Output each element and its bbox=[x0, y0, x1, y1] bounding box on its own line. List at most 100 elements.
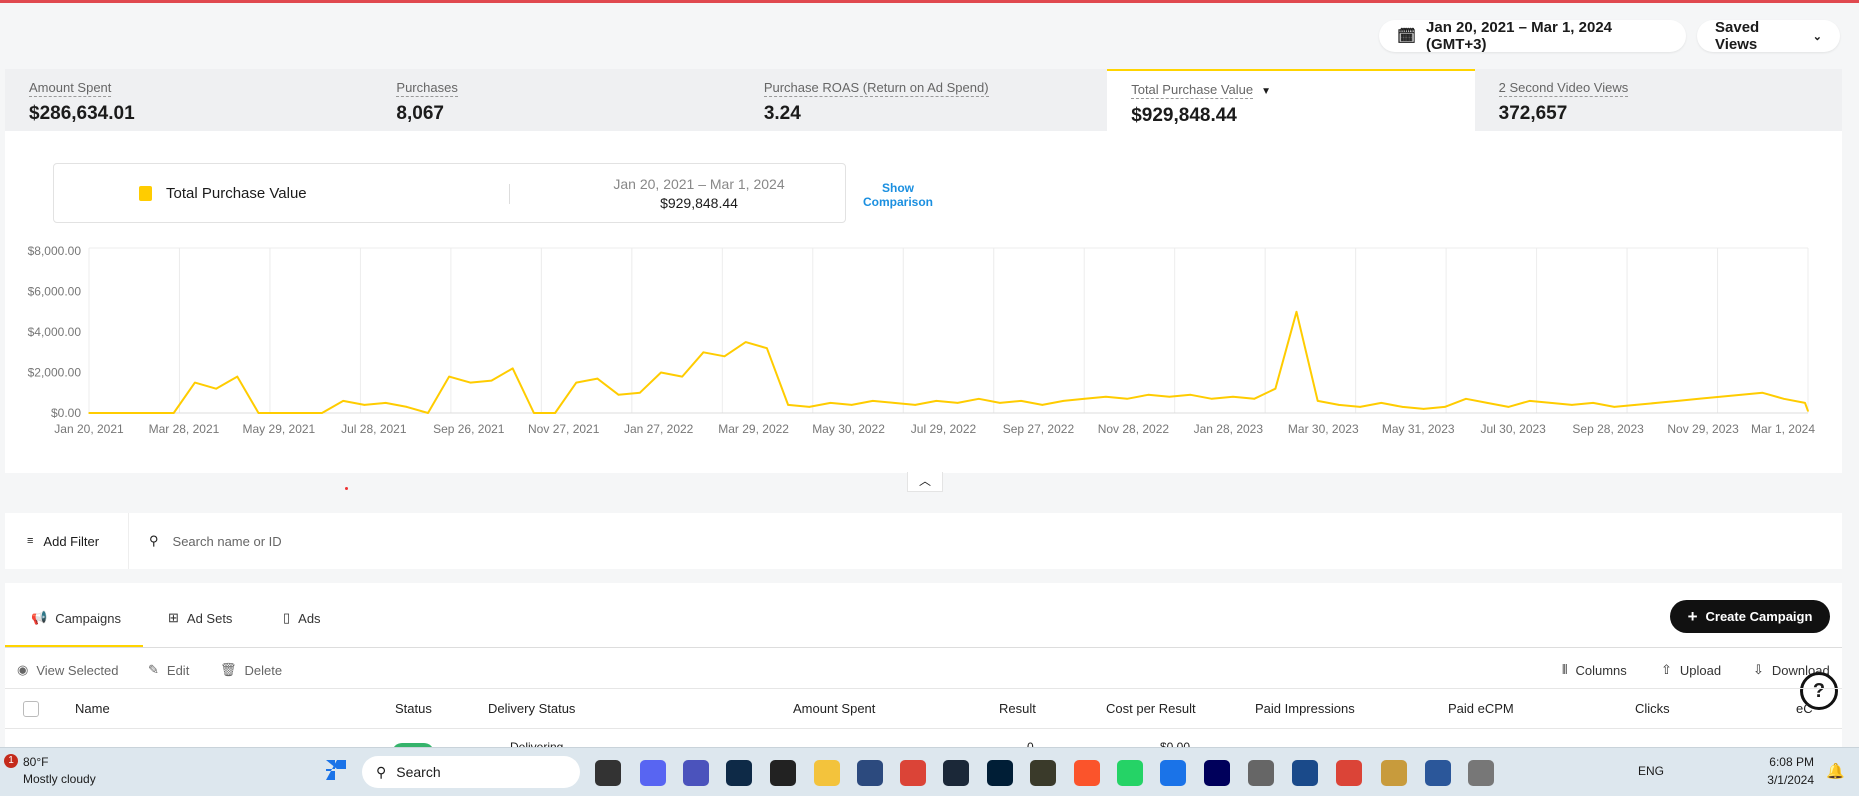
taskbar-app-icon[interactable] bbox=[1292, 760, 1318, 786]
filter-bar: ≡ Add Filter ⚲ Search name or ID bbox=[5, 513, 1842, 569]
data-point bbox=[172, 412, 175, 414]
taskbar-app-icon[interactable] bbox=[987, 760, 1013, 786]
select-all-checkbox[interactable] bbox=[23, 701, 39, 717]
taskbar-app-icon[interactable] bbox=[1160, 760, 1186, 786]
y-tick-label: $2,000.00 bbox=[28, 366, 82, 380]
taskbar-app-icon[interactable] bbox=[1336, 760, 1362, 786]
weather-widget[interactable]: Mostly cloudy bbox=[23, 772, 96, 786]
search-icon: ⚲ bbox=[149, 533, 159, 548]
taskbar-app-icon[interactable] bbox=[814, 760, 840, 786]
data-point bbox=[1253, 398, 1255, 400]
data-point bbox=[1740, 393, 1743, 396]
data-point bbox=[596, 377, 599, 380]
taskbar-app-icon[interactable] bbox=[1248, 760, 1274, 786]
data-point bbox=[1571, 404, 1573, 406]
taskbar-app-icon[interactable] bbox=[1117, 760, 1143, 786]
data-point bbox=[1592, 402, 1594, 404]
taskbar-app-icon[interactable] bbox=[640, 760, 666, 786]
delivery-status: Delivering bbox=[510, 740, 564, 747]
taskbar-app-icon[interactable] bbox=[770, 760, 796, 786]
data-point bbox=[1444, 406, 1446, 408]
taskbar-app-icon[interactable] bbox=[900, 760, 926, 786]
trash-icon: 🗑 bbox=[220, 662, 237, 677]
data-point bbox=[1486, 402, 1489, 404]
data-point bbox=[999, 402, 1001, 404]
add-filter-button[interactable]: ≡ Add Filter bbox=[5, 513, 129, 569]
metric-tab[interactable]: 2 Second Video Views 372,657 bbox=[1475, 69, 1842, 131]
column-header[interactable]: Paid Impressions bbox=[1255, 701, 1355, 716]
x-tick-label: May 31, 2023 bbox=[1382, 422, 1455, 436]
column-header[interactable]: Clicks bbox=[1635, 701, 1670, 716]
collapse-chart-button[interactable]: ︿ bbox=[907, 472, 943, 492]
data-point bbox=[257, 412, 260, 414]
column-header[interactable]: Amount Spent bbox=[793, 701, 875, 716]
x-tick-label: Jul 30, 2023 bbox=[1480, 422, 1546, 436]
column-header[interactable]: Cost per Result bbox=[1106, 701, 1196, 716]
metric-tab[interactable]: Purchase ROAS (Return on Ad Spend) 3.24 bbox=[740, 69, 1107, 131]
taskbar-app-icon[interactable] bbox=[1074, 760, 1100, 786]
x-tick-label: Nov 29, 2023 bbox=[1667, 422, 1739, 436]
metric-tab[interactable]: Amount Spent $286,634.01 bbox=[5, 69, 372, 131]
x-tick-label: Jan 20, 2021 bbox=[54, 422, 124, 436]
taskbar-app-icon[interactable] bbox=[683, 760, 709, 786]
x-tick-label: May 29, 2021 bbox=[243, 422, 316, 436]
windows-taskbar: 1 80°F Mostly cloudy ⚲ Search ENG 6:08 PM… bbox=[0, 747, 1859, 796]
search-input[interactable]: ⚲ Search name or ID bbox=[129, 533, 282, 549]
column-header[interactable]: Paid eCPM bbox=[1448, 701, 1514, 716]
column-header[interactable]: eC bbox=[1796, 701, 1813, 716]
column-header[interactable]: Status bbox=[395, 701, 432, 716]
top-border bbox=[0, 0, 1859, 3]
data-point bbox=[1041, 404, 1044, 406]
tab-campaigns[interactable]: 📢 Campaigns bbox=[31, 610, 121, 626]
view-selected-button[interactable]: ◉ View Selected bbox=[17, 662, 119, 678]
taskbar-app-icon[interactable] bbox=[857, 760, 883, 786]
clock[interactable]: 6:08 PM bbox=[1762, 755, 1814, 769]
data-point bbox=[1655, 402, 1658, 404]
data-point bbox=[1274, 387, 1277, 390]
plus-icon: + bbox=[1687, 606, 1698, 626]
data-point bbox=[977, 398, 980, 400]
chart-card: Total Purchase Value Jan 20, 2021 – Mar … bbox=[5, 131, 1842, 473]
date-range-picker[interactable]: 🗓 Jan 20, 2021 – Mar 1, 2024 (GMT+3) bbox=[1379, 19, 1686, 53]
data-point bbox=[427, 412, 429, 414]
upload-button[interactable]: ⇧ Upload bbox=[1661, 662, 1721, 678]
metric-tab[interactable]: Purchases 8,067 bbox=[372, 69, 739, 131]
taskbar-app-icon[interactable] bbox=[1030, 760, 1056, 786]
taskbar-app-icon[interactable] bbox=[726, 760, 752, 786]
data-point bbox=[850, 404, 853, 406]
delete-button[interactable]: 🗑 Delete bbox=[220, 662, 282, 678]
data-point bbox=[109, 412, 111, 414]
data-point bbox=[1507, 406, 1510, 408]
bell-icon[interactable]: 🔔 bbox=[1826, 762, 1845, 780]
windows-start-icon[interactable] bbox=[326, 760, 346, 780]
metric-tab[interactable]: Total Purchase Value ▼ $929,848.44 bbox=[1107, 69, 1475, 131]
edit-button[interactable]: ✎ Edit bbox=[148, 662, 189, 678]
data-point bbox=[1232, 396, 1234, 398]
y-tick-label: $0.00 bbox=[51, 406, 81, 420]
tab-ads[interactable]: ▯ Ads bbox=[283, 610, 321, 626]
taskbar-app-icon[interactable] bbox=[943, 760, 969, 786]
taskbar-app-icon[interactable] bbox=[595, 760, 621, 786]
metrics-strip: Amount Spent $286,634.01 Purchases 8,067 Pur… bbox=[5, 69, 1842, 131]
calendar-icon: 🗓 bbox=[1397, 28, 1417, 45]
x-tick-label: Jul 28, 2021 bbox=[341, 422, 407, 436]
x-tick-label: Mar 30, 2023 bbox=[1288, 422, 1359, 436]
taskbar-app-icon[interactable] bbox=[1204, 760, 1230, 786]
taskbar-search[interactable]: ⚲ Search bbox=[362, 756, 580, 788]
data-point bbox=[1359, 406, 1361, 408]
column-header[interactable]: Delivery Status bbox=[488, 701, 575, 716]
x-tick-label: Nov 28, 2022 bbox=[1098, 422, 1170, 436]
taskbar-app-icon[interactable] bbox=[1381, 760, 1407, 786]
column-header[interactable]: Name bbox=[75, 701, 110, 716]
tab-ad-sets[interactable]: ⊞ Ad Sets bbox=[168, 610, 232, 626]
column-header[interactable]: Result bbox=[999, 701, 1036, 716]
taskbar-app-icon[interactable] bbox=[1425, 760, 1451, 786]
columns-button[interactable]: ⫴ Columns bbox=[1562, 662, 1627, 678]
saved-views-dropdown[interactable]: Saved Views ⌄ bbox=[1697, 19, 1840, 53]
data-point bbox=[914, 404, 917, 406]
taskbar-app-icon[interactable] bbox=[1468, 760, 1494, 786]
create-campaign-button[interactable]: + Create Campaign bbox=[1670, 600, 1830, 633]
x-tick-label: Sep 26, 2021 bbox=[433, 422, 505, 436]
data-point bbox=[321, 412, 323, 414]
notification-badge: 1 bbox=[4, 754, 18, 768]
